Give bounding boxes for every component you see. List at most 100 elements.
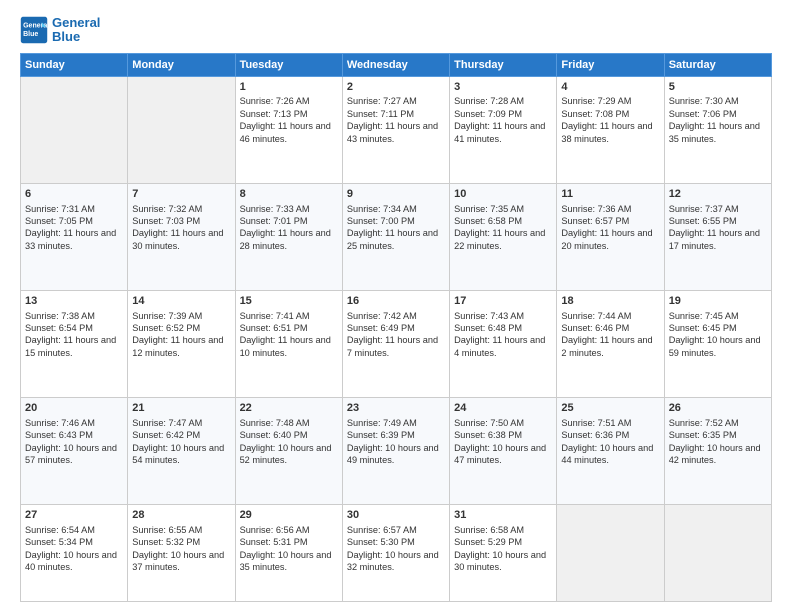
daylight-text: Daylight: 11 hours and 2 minutes. <box>561 334 659 359</box>
daylight-text: Daylight: 10 hours and 49 minutes. <box>347 442 445 467</box>
daylight-text: Daylight: 11 hours and 41 minutes. <box>454 120 552 145</box>
daylight-text: Daylight: 11 hours and 7 minutes. <box>347 334 445 359</box>
sunset-text: Sunset: 6:42 PM <box>132 429 230 441</box>
calendar-cell: 12Sunrise: 7:37 AMSunset: 6:55 PMDayligh… <box>664 183 771 290</box>
day-number: 4 <box>561 80 659 95</box>
daylight-text: Daylight: 11 hours and 15 minutes. <box>25 334 123 359</box>
sunset-text: Sunset: 6:58 PM <box>454 215 552 227</box>
sunset-text: Sunset: 7:11 PM <box>347 108 445 120</box>
daylight-text: Daylight: 11 hours and 20 minutes. <box>561 227 659 252</box>
day-number: 12 <box>669 187 767 202</box>
sunrise-text: Sunrise: 6:57 AM <box>347 524 445 536</box>
calendar-cell: 8Sunrise: 7:33 AMSunset: 7:01 PMDaylight… <box>235 183 342 290</box>
calendar-cell: 26Sunrise: 7:52 AMSunset: 6:35 PMDayligh… <box>664 397 771 504</box>
header: General Blue General Blue <box>20 16 772 45</box>
calendar-cell: 10Sunrise: 7:35 AMSunset: 6:58 PMDayligh… <box>450 183 557 290</box>
calendar-cell <box>557 504 664 601</box>
weekday-header-row: SundayMondayTuesdayWednesdayThursdayFrid… <box>21 53 772 76</box>
week-row-3: 13Sunrise: 7:38 AMSunset: 6:54 PMDayligh… <box>21 290 772 397</box>
day-number: 2 <box>347 80 445 95</box>
sunrise-text: Sunrise: 7:29 AM <box>561 95 659 107</box>
sunrise-text: Sunrise: 7:47 AM <box>132 417 230 429</box>
calendar-cell: 13Sunrise: 7:38 AMSunset: 6:54 PMDayligh… <box>21 290 128 397</box>
sunrise-text: Sunrise: 7:32 AM <box>132 203 230 215</box>
svg-text:Blue: Blue <box>23 32 38 39</box>
day-number: 3 <box>454 80 552 95</box>
daylight-text: Daylight: 11 hours and 10 minutes. <box>240 334 338 359</box>
week-row-4: 20Sunrise: 7:46 AMSunset: 6:43 PMDayligh… <box>21 397 772 504</box>
day-number: 30 <box>347 508 445 523</box>
day-number: 22 <box>240 401 338 416</box>
weekday-header-sunday: Sunday <box>21 53 128 76</box>
calendar-cell: 20Sunrise: 7:46 AMSunset: 6:43 PMDayligh… <box>21 397 128 504</box>
sunrise-text: Sunrise: 7:37 AM <box>669 203 767 215</box>
calendar-cell: 14Sunrise: 7:39 AMSunset: 6:52 PMDayligh… <box>128 290 235 397</box>
day-number: 18 <box>561 294 659 309</box>
sunrise-text: Sunrise: 7:45 AM <box>669 310 767 322</box>
day-number: 9 <box>347 187 445 202</box>
day-number: 19 <box>669 294 767 309</box>
calendar-cell <box>21 76 128 183</box>
sunrise-text: Sunrise: 7:35 AM <box>454 203 552 215</box>
daylight-text: Daylight: 11 hours and 38 minutes. <box>561 120 659 145</box>
daylight-text: Daylight: 10 hours and 30 minutes. <box>454 549 552 574</box>
sunset-text: Sunset: 7:09 PM <box>454 108 552 120</box>
calendar-cell: 23Sunrise: 7:49 AMSunset: 6:39 PMDayligh… <box>342 397 449 504</box>
sunset-text: Sunset: 6:36 PM <box>561 429 659 441</box>
calendar-cell: 17Sunrise: 7:43 AMSunset: 6:48 PMDayligh… <box>450 290 557 397</box>
sunrise-text: Sunrise: 7:26 AM <box>240 95 338 107</box>
logo-text: General Blue <box>52 16 100 45</box>
sunset-text: Sunset: 7:13 PM <box>240 108 338 120</box>
page: General Blue General Blue SundayMondayTu… <box>0 0 792 612</box>
weekday-header-wednesday: Wednesday <box>342 53 449 76</box>
weekday-header-thursday: Thursday <box>450 53 557 76</box>
sunset-text: Sunset: 6:39 PM <box>347 429 445 441</box>
sunset-text: Sunset: 5:32 PM <box>132 536 230 548</box>
sunset-text: Sunset: 6:51 PM <box>240 322 338 334</box>
calendar-cell: 22Sunrise: 7:48 AMSunset: 6:40 PMDayligh… <box>235 397 342 504</box>
daylight-text: Daylight: 10 hours and 42 minutes. <box>669 442 767 467</box>
sunrise-text: Sunrise: 7:41 AM <box>240 310 338 322</box>
day-number: 13 <box>25 294 123 309</box>
logo-icon: General Blue <box>20 16 48 44</box>
calendar-cell: 27Sunrise: 6:54 AMSunset: 5:34 PMDayligh… <box>21 504 128 601</box>
sunrise-text: Sunrise: 6:55 AM <box>132 524 230 536</box>
calendar-cell: 29Sunrise: 6:56 AMSunset: 5:31 PMDayligh… <box>235 504 342 601</box>
day-number: 26 <box>669 401 767 416</box>
sunrise-text: Sunrise: 7:48 AM <box>240 417 338 429</box>
sunset-text: Sunset: 7:01 PM <box>240 215 338 227</box>
sunrise-text: Sunrise: 7:46 AM <box>25 417 123 429</box>
calendar-table: SundayMondayTuesdayWednesdayThursdayFrid… <box>20 53 772 602</box>
sunrise-text: Sunrise: 7:38 AM <box>25 310 123 322</box>
daylight-text: Daylight: 11 hours and 28 minutes. <box>240 227 338 252</box>
day-number: 11 <box>561 187 659 202</box>
day-number: 28 <box>132 508 230 523</box>
sunrise-text: Sunrise: 6:56 AM <box>240 524 338 536</box>
sunset-text: Sunset: 5:30 PM <box>347 536 445 548</box>
sunrise-text: Sunrise: 7:44 AM <box>561 310 659 322</box>
daylight-text: Daylight: 11 hours and 17 minutes. <box>669 227 767 252</box>
daylight-text: Daylight: 10 hours and 47 minutes. <box>454 442 552 467</box>
sunrise-text: Sunrise: 6:58 AM <box>454 524 552 536</box>
day-number: 23 <box>347 401 445 416</box>
calendar-cell: 5Sunrise: 7:30 AMSunset: 7:06 PMDaylight… <box>664 76 771 183</box>
sunrise-text: Sunrise: 7:52 AM <box>669 417 767 429</box>
day-number: 6 <box>25 187 123 202</box>
calendar-cell: 15Sunrise: 7:41 AMSunset: 6:51 PMDayligh… <box>235 290 342 397</box>
sunrise-text: Sunrise: 7:31 AM <box>25 203 123 215</box>
daylight-text: Daylight: 11 hours and 25 minutes. <box>347 227 445 252</box>
sunset-text: Sunset: 6:52 PM <box>132 322 230 334</box>
logo: General Blue General Blue <box>20 16 100 45</box>
calendar-cell: 19Sunrise: 7:45 AMSunset: 6:45 PMDayligh… <box>664 290 771 397</box>
day-number: 8 <box>240 187 338 202</box>
calendar-cell: 25Sunrise: 7:51 AMSunset: 6:36 PMDayligh… <box>557 397 664 504</box>
weekday-header-saturday: Saturday <box>664 53 771 76</box>
sunset-text: Sunset: 6:35 PM <box>669 429 767 441</box>
sunrise-text: Sunrise: 7:27 AM <box>347 95 445 107</box>
day-number: 31 <box>454 508 552 523</box>
daylight-text: Daylight: 11 hours and 30 minutes. <box>132 227 230 252</box>
sunrise-text: Sunrise: 7:28 AM <box>454 95 552 107</box>
weekday-header-tuesday: Tuesday <box>235 53 342 76</box>
day-number: 24 <box>454 401 552 416</box>
daylight-text: Daylight: 11 hours and 12 minutes. <box>132 334 230 359</box>
